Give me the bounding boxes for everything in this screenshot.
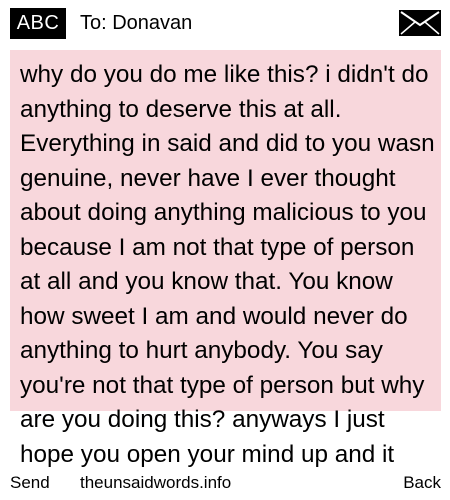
envelope-icon	[399, 10, 441, 36]
message-header: ABC To: Donavan	[0, 0, 450, 46]
phone-screen: ABC To: Donavan why do you do me like th…	[0, 0, 450, 500]
site-watermark: theunsaidwords.info	[80, 473, 232, 492]
input-mode-indicator[interactable]: ABC	[10, 8, 66, 39]
message-body[interactable]: why do you do me like this? i didn't do …	[20, 58, 438, 472]
back-softkey[interactable]: Back	[403, 472, 441, 494]
softkey-bar: Send theunsaidwords.info Back	[0, 472, 450, 500]
send-softkey[interactable]: Send	[10, 472, 50, 494]
recipient-label: To: Donavan	[80, 12, 193, 34]
